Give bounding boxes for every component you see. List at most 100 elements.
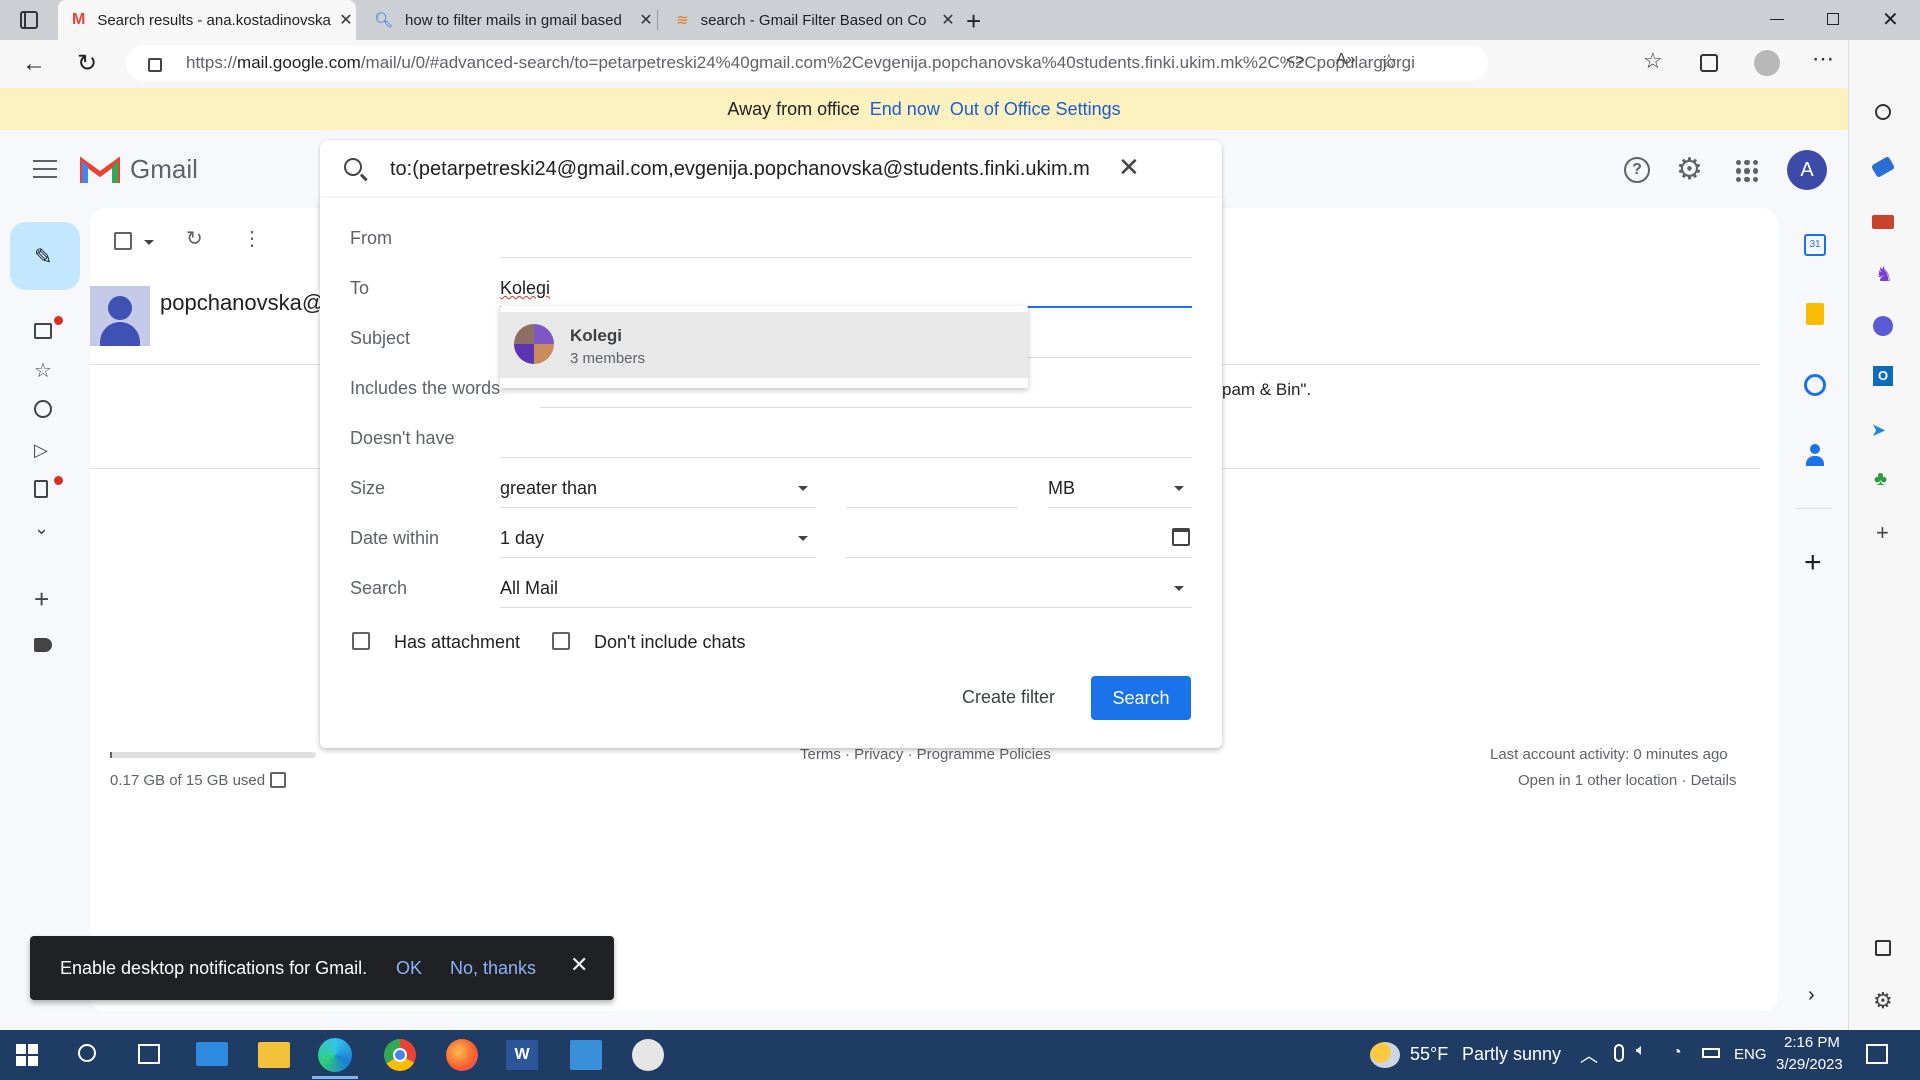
windows-start-icon[interactable]: [16, 1044, 38, 1066]
clock-date[interactable]: 3/29/2023: [1776, 1056, 1843, 1073]
notification-close-icon[interactable]: ✕: [570, 952, 588, 978]
taskbar-search-icon[interactable]: [78, 1044, 96, 1062]
tasks-addon-icon[interactable]: [1804, 374, 1826, 396]
snoozed-clock-icon[interactable]: [34, 400, 58, 424]
notification-ok-button[interactable]: OK: [396, 958, 422, 979]
reader-icon[interactable]: <>: [1286, 52, 1305, 70]
select-dropdown-caret-icon[interactable]: [144, 240, 154, 245]
favorites-icon[interactable]: ☆: [1643, 48, 1663, 74]
starred-icon[interactable]: ☆: [34, 358, 58, 382]
settings-icon[interactable]: ⚙: [1676, 152, 1703, 187]
outlook-icon[interactable]: O: [1873, 366, 1893, 386]
mail-app-icon[interactable]: [196, 1042, 228, 1066]
games-chess-icon[interactable]: ♞: [1875, 262, 1893, 287]
dont-include-chats-checkbox[interactable]: [552, 632, 570, 650]
expand-panel-chevron-icon[interactable]: ›: [1808, 984, 1815, 1007]
search-button[interactable]: Search: [1091, 676, 1191, 720]
end-now-link[interactable]: End now: [870, 99, 940, 120]
add-sidebar-icon[interactable]: +: [1876, 520, 1889, 546]
settings-gear-icon[interactable]: ⚙: [1873, 988, 1893, 1014]
notification-no-thanks-button[interactable]: No, thanks: [450, 958, 536, 979]
word-icon[interactable]: W: [506, 1040, 538, 1070]
compose-button[interactable]: ✎: [10, 222, 80, 290]
calendar-icon[interactable]: [1172, 528, 1190, 546]
has-attachment-option[interactable]: Has attachment: [352, 630, 532, 654]
create-label-plus-icon[interactable]: +: [34, 584, 58, 614]
inbox-icon[interactable]: [34, 316, 63, 344]
includes-field[interactable]: [540, 407, 1192, 408]
select-all-checkbox[interactable]: [114, 232, 132, 250]
refresh-icon[interactable]: ↻: [186, 226, 203, 251]
split-screen-icon[interactable]: [1875, 940, 1891, 956]
network-icon[interactable]: ◔: [1672, 1044, 1682, 1062]
volume-icon[interactable]: 🔈︎: [1636, 1042, 1646, 1060]
weather-icon[interactable]: [1370, 1042, 1400, 1068]
office-icon[interactable]: [1873, 316, 1893, 336]
create-filter-button[interactable]: Create filter: [962, 687, 1055, 708]
read-aloud-icon[interactable]: A»: [1336, 51, 1356, 69]
more-chevron-down-icon[interactable]: ⌄: [34, 518, 58, 542]
search-query[interactable]: to:(petarpetreski24@gmail.com,evgenija.p…: [390, 158, 1128, 181]
window-close-icon[interactable]: ✕: [1882, 7, 1899, 32]
shopping-tag-icon[interactable]: [1870, 155, 1896, 179]
more-dots-icon[interactable]: ⋯: [1812, 46, 1834, 72]
clear-search-close-icon[interactable]: ✕: [1118, 152, 1140, 183]
back-arrow-icon[interactable]: ←: [22, 50, 46, 78]
tab-how-to-filter[interactable]: 🔍︎ how to filter mails in gmail based ✕: [358, 0, 656, 40]
keep-addon-icon[interactable]: [1806, 303, 1824, 325]
close-icon[interactable]: ✕: [636, 10, 656, 30]
tab-actions-icon[interactable]: [20, 11, 38, 29]
photos-icon[interactable]: [570, 1040, 602, 1070]
microphone-icon[interactable]: [1614, 1044, 1624, 1062]
favorite-add-icon[interactable]: ☆: [1380, 49, 1398, 74]
search-in-select[interactable]: All Mail: [500, 568, 1192, 608]
file-explorer-icon[interactable]: [258, 1042, 290, 1068]
search-icon[interactable]: [344, 158, 362, 176]
firefox-icon[interactable]: [446, 1039, 478, 1071]
to-field[interactable]: Kolegi: [500, 278, 550, 299]
ooo-settings-link[interactable]: Out of Office Settings: [950, 99, 1121, 120]
contacts-addon-icon[interactable]: [1806, 444, 1824, 466]
other-location-details[interactable]: Open in 1 other location · Details: [1518, 772, 1736, 789]
close-icon[interactable]: ✕: [938, 10, 958, 30]
tray-chevron-up-icon[interactable]: ︿: [1580, 1042, 1598, 1068]
tab-stackexchange[interactable]: ≋ search - Gmail Filter Based on Co ✕: [660, 0, 958, 40]
sent-icon[interactable]: ▷: [34, 440, 58, 464]
support-icon[interactable]: ?: [1624, 157, 1650, 183]
has-attachment-checkbox[interactable]: [352, 632, 370, 650]
size-unit-select[interactable]: MB: [1048, 468, 1192, 508]
collections-icon[interactable]: [1700, 54, 1718, 72]
new-tab-plus-icon[interactable]: +: [966, 6, 981, 37]
suggestion-item-kolegi[interactable]: Kolegi 3 members: [500, 312, 1028, 378]
paint-icon[interactable]: [632, 1039, 664, 1071]
maximize-icon[interactable]: [1827, 13, 1839, 25]
footer-links[interactable]: Terms · Privacy · Programme Policies: [800, 746, 1051, 763]
account-avatar[interactable]: A: [1787, 150, 1827, 190]
tools-briefcase-icon[interactable]: [1872, 215, 1894, 229]
more-vertical-icon[interactable]: ⋮: [242, 226, 262, 251]
notification-center-icon[interactable]: [1866, 1044, 1888, 1064]
refresh-icon[interactable]: ↻: [77, 49, 97, 78]
search-icon[interactable]: [1875, 104, 1891, 120]
gmail-logo[interactable]: Gmail: [80, 154, 198, 185]
close-icon[interactable]: ✕: [336, 10, 356, 30]
manage-storage-icon[interactable]: [270, 772, 286, 788]
task-view-icon[interactable]: [138, 1044, 160, 1064]
battery-icon[interactable]: [1702, 1048, 1720, 1058]
drafts-icon[interactable]: [34, 476, 63, 504]
search-bar[interactable]: to:(petarpetreski24@gmail.com,evgenija.p…: [320, 140, 1222, 198]
tree-icon[interactable]: ♣: [1874, 468, 1887, 491]
send-icon[interactable]: ➤: [1871, 420, 1886, 441]
address-bar[interactable]: https://mail.google.com/mail/u/0/#advanc…: [126, 45, 1488, 81]
tab-gmail-search[interactable]: M Search results - ana.kostadinovska ✕: [58, 0, 356, 40]
edge-browser-icon[interactable]: [318, 1038, 352, 1072]
date-within-select[interactable]: 1 day: [500, 518, 816, 558]
doesnt-have-field[interactable]: [500, 457, 1192, 458]
language-indicator[interactable]: ENG: [1734, 1046, 1767, 1063]
main-menu-icon[interactable]: [33, 160, 57, 178]
profile-icon[interactable]: [1754, 50, 1780, 76]
date-input[interactable]: [846, 518, 1192, 558]
calendar-addon-icon[interactable]: 31: [1804, 234, 1826, 256]
apps-grid-icon[interactable]: [1736, 160, 1758, 182]
label-tag-icon[interactable]: [34, 638, 58, 662]
